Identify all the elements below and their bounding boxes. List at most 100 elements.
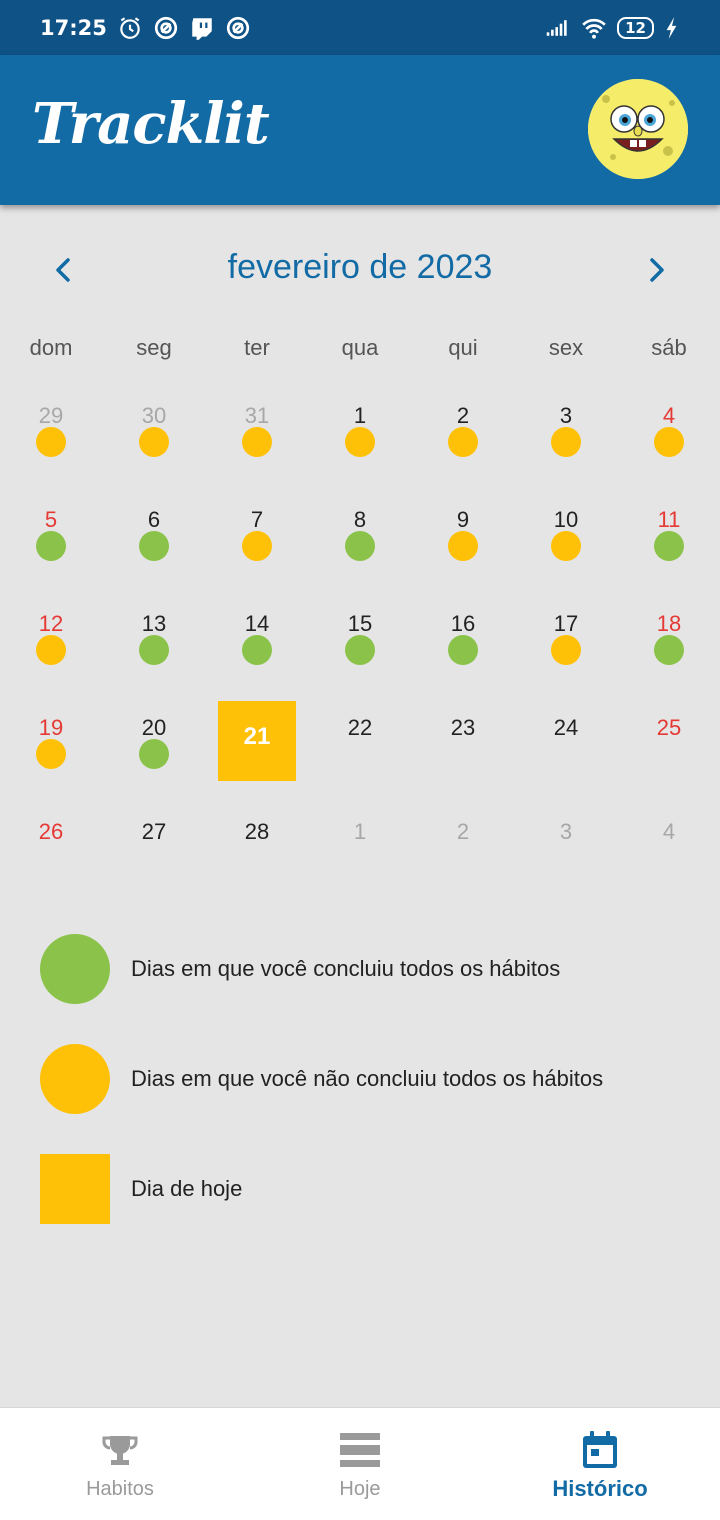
- calendar-day[interactable]: 22: [309, 707, 411, 811]
- status-dot-done: [139, 531, 169, 561]
- legend-swatch-partial: [40, 1044, 110, 1114]
- day-number: 31: [244, 403, 270, 428]
- calendar-day[interactable]: 28: [206, 811, 308, 915]
- day-number: 27: [141, 819, 167, 844]
- calendar-day[interactable]: 27: [103, 811, 205, 915]
- calendar-day[interactable]: 2: [412, 811, 514, 915]
- status-bar: 17:25 12: [0, 0, 720, 55]
- calendar-day[interactable]: 1: [309, 395, 411, 499]
- calendar-day[interactable]: 12: [0, 603, 102, 707]
- calendar-day[interactable]: 6: [103, 499, 205, 603]
- day-number: 5: [44, 507, 58, 532]
- calendar-day[interactable]: 17: [515, 603, 617, 707]
- calendar-day[interactable]: 26: [0, 811, 102, 915]
- tab-label: Hoje: [339, 1478, 381, 1500]
- status-dot-done: [345, 531, 375, 561]
- status-dot-partial: [654, 427, 684, 457]
- calendar-day[interactable]: 18: [618, 603, 720, 707]
- user-avatar[interactable]: [588, 79, 688, 179]
- day-number: 25: [656, 715, 682, 740]
- list-icon: [340, 1433, 380, 1467]
- calendar-day[interactable]: 30: [103, 395, 205, 499]
- calendar-day[interactable]: 1: [309, 811, 411, 915]
- weekday-label: qui: [448, 335, 478, 360]
- legend-label: Dia de hoje: [131, 1176, 243, 1201]
- weekday-label: ter: [244, 335, 270, 360]
- status-dot-partial: [36, 427, 66, 457]
- status-dot-partial: [551, 635, 581, 665]
- calendar-day[interactable]: 25: [618, 707, 720, 811]
- tab-historico[interactable]: Histórico: [480, 1408, 720, 1520]
- legend-label: Dias em que você concluiu todos os hábit…: [131, 956, 561, 981]
- calendar-day[interactable]: 8: [309, 499, 411, 603]
- day-number: 22: [347, 715, 373, 740]
- day-number: 6: [147, 507, 161, 532]
- calendar-day[interactable]: 20: [103, 707, 205, 811]
- tab-label: Habitos: [86, 1478, 154, 1500]
- day-number: 17: [553, 611, 579, 636]
- status-dot-done: [654, 635, 684, 665]
- chevron-right-icon[interactable]: [634, 248, 678, 292]
- twitch-icon: [192, 17, 212, 40]
- system-icons: 12: [545, 15, 680, 41]
- legend-label: Dias em que você não concluiu todos os h…: [131, 1066, 604, 1091]
- calendar-day-today[interactable]: 21: [206, 701, 308, 811]
- notification-icons: [117, 15, 251, 41]
- avatar-image: [588, 79, 688, 179]
- day-number: 10: [553, 507, 579, 532]
- trophy-icon: [102, 1436, 138, 1465]
- calendar-day[interactable]: 24: [515, 707, 617, 811]
- calendar-day[interactable]: 29: [0, 395, 102, 499]
- calendar-day[interactable]: 5: [0, 499, 102, 603]
- status-dot-done: [139, 739, 169, 769]
- bottom-navigation: Habitos Hoje Histórico: [0, 1407, 720, 1520]
- day-number: 4: [662, 819, 676, 844]
- weekday-header: dom seg ter qua qui sex sáb: [0, 335, 720, 365]
- calendar-day[interactable]: 23: [412, 707, 514, 811]
- calendar-day[interactable]: 31: [206, 395, 308, 499]
- status-dot-partial: [551, 531, 581, 561]
- calendar-grid: 29 30 31 1 2 3 4 5 6 7 8 9 10 11 12 13 14 15 16 17 18 19 20 21 2…: [0, 395, 720, 915]
- alarm-icon: [120, 16, 140, 39]
- app-notification-icon: [226, 16, 249, 39]
- day-number: 15: [347, 611, 373, 636]
- calendar-day[interactable]: 13: [103, 603, 205, 707]
- day-number: 2: [456, 403, 470, 428]
- calendar-day[interactable]: 4: [618, 395, 720, 499]
- day-number: 19: [38, 715, 64, 740]
- calendar-day[interactable]: 3: [515, 395, 617, 499]
- status-dot-partial: [448, 531, 478, 561]
- calendar-day[interactable]: 9: [412, 499, 514, 603]
- day-number: 30: [141, 403, 167, 428]
- day-number: 4: [662, 403, 676, 428]
- legend-swatch-today: [40, 1154, 110, 1224]
- weekday-label: qua: [341, 335, 379, 360]
- day-number: 1: [353, 403, 367, 428]
- tab-hoje[interactable]: Hoje: [240, 1408, 480, 1520]
- calendar-day[interactable]: 11: [618, 499, 720, 603]
- tab-habitos[interactable]: Habitos: [0, 1408, 240, 1520]
- status-time: 17:25: [40, 15, 107, 40]
- status-dot-done: [345, 635, 375, 665]
- weekday-label: sex: [548, 335, 584, 360]
- calendar-day[interactable]: 3: [515, 811, 617, 915]
- calendar-day[interactable]: 15: [309, 603, 411, 707]
- tab-label: Histórico: [552, 1476, 648, 1501]
- calendar-icon: [583, 1431, 617, 1468]
- calendar-day[interactable]: 19: [0, 707, 102, 811]
- legend-item-done: Dias em que você concluiu todos os hábit…: [40, 934, 700, 1004]
- calendar-day[interactable]: 10: [515, 499, 617, 603]
- weekday-label: sáb: [651, 335, 687, 360]
- day-number: 7: [250, 507, 264, 532]
- day-number: 29: [38, 403, 64, 428]
- weekday-label: seg: [136, 335, 172, 360]
- status-dot-partial: [551, 427, 581, 457]
- calendar-day[interactable]: 2: [412, 395, 514, 499]
- calendar-day[interactable]: 7: [206, 499, 308, 603]
- calendar-day[interactable]: 14: [206, 603, 308, 707]
- status-dot-done: [139, 635, 169, 665]
- app-notification-icon: [154, 16, 177, 39]
- status-dot-partial: [36, 635, 66, 665]
- calendar-day[interactable]: 4: [618, 811, 720, 915]
- calendar-day[interactable]: 16: [412, 603, 514, 707]
